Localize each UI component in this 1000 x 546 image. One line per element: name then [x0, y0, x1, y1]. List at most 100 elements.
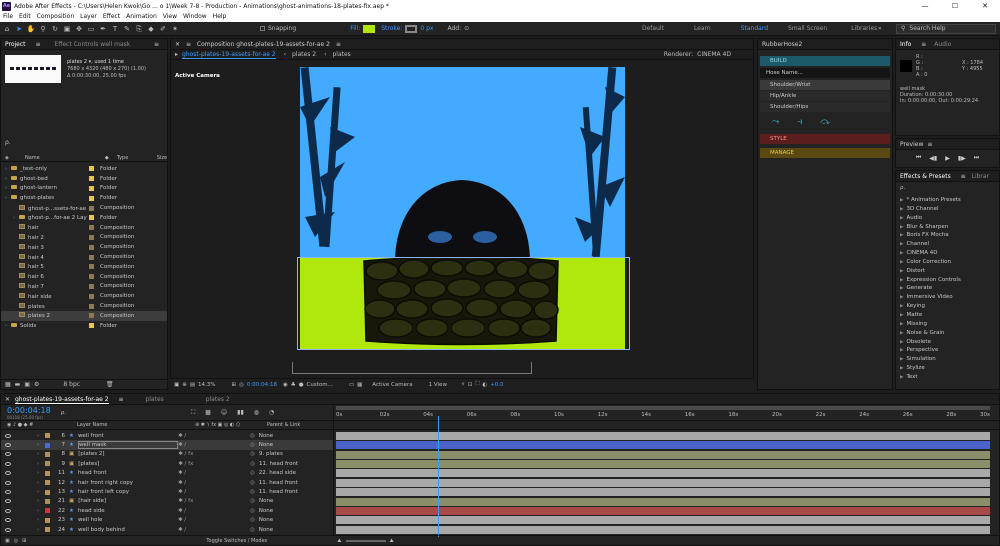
- always-preview-icon[interactable]: ▣: [174, 382, 179, 388]
- menu-edit[interactable]: Edit: [19, 12, 31, 22]
- hose-body-icon[interactable]: ⤼: [820, 117, 830, 127]
- in-out-icon[interactable]: ⊞: [22, 538, 26, 544]
- pick-whip-icon[interactable]: ◎: [250, 451, 255, 457]
- layer-name[interactable]: hair front right copy: [78, 480, 178, 486]
- option-hip-ankle[interactable]: Hip/Ankle: [760, 91, 890, 101]
- effect-category[interactable]: ▶ Immersive Video: [896, 293, 999, 302]
- project-settings-icon[interactable]: ⚙: [34, 381, 39, 388]
- label-color-swatch[interactable]: [89, 185, 94, 191]
- pick-whip-icon[interactable]: ◎: [250, 442, 255, 448]
- lock-icon[interactable]: ▸: [175, 51, 178, 58]
- effect-category[interactable]: ▶ Perspective: [896, 346, 999, 355]
- layer-switches[interactable]: ✱ ∕: [178, 517, 250, 523]
- layer-label-swatch[interactable]: [45, 480, 50, 486]
- effects-search[interactable]: ρ.: [896, 182, 999, 196]
- project-item[interactable]: ghost-p...ssets-for-ae 2 Composition: [1, 203, 167, 213]
- timeline-layer-row[interactable]: › 9 ▣ [plates] ✱ ∕ fx ◎ 11. head front: [1, 459, 333, 468]
- selection-tool-icon[interactable]: ➤: [14, 24, 24, 34]
- comp-tab-plates[interactable]: plates: [332, 51, 350, 58]
- disclosure-arrow-icon[interactable]: ›: [37, 451, 45, 457]
- effect-category[interactable]: ▶ Text: [896, 373, 999, 382]
- zoom-in-icon[interactable]: ⛰: [390, 538, 394, 544]
- timeline-tab-active[interactable]: ghost-plates-19-assets-for-ae 2: [14, 396, 109, 404]
- label-color-swatch[interactable]: [89, 205, 94, 211]
- project-item[interactable]: plates Composition: [1, 301, 167, 311]
- safe-area-icon[interactable]: ⊕: [182, 382, 187, 388]
- project-item[interactable]: hair 3 Composition: [1, 242, 167, 252]
- tab-effects-presets[interactable]: Effects & Presets: [900, 173, 951, 180]
- comp-tab-active[interactable]: ghost-plates-19-assets-for-ae 2: [182, 51, 276, 59]
- project-item[interactable]: › ghost-plates Folder: [1, 193, 167, 203]
- effect-category[interactable]: ▶ Obsolete: [896, 338, 999, 347]
- zoom-out-icon[interactable]: ⛰: [337, 538, 341, 544]
- sort-icon[interactable]: ◈: [5, 155, 25, 161]
- project-item[interactable]: hair 4 Composition: [1, 252, 167, 262]
- project-item[interactable]: › Solids Folder: [1, 321, 167, 331]
- hose-arm-icon[interactable]: ⤳: [772, 117, 779, 127]
- workspace-small-screen[interactable]: Small Screen: [788, 25, 827, 32]
- effect-category[interactable]: ▶ Color Correction: [896, 258, 999, 267]
- disclosure-arrow-icon[interactable]: ▶: [900, 357, 903, 362]
- visibility-eye-icon[interactable]: [5, 499, 11, 504]
- project-item[interactable]: › ghost-bed Folder: [1, 174, 167, 184]
- label-color-swatch[interactable]: [89, 274, 94, 280]
- clone-tool-icon[interactable]: ⎘: [134, 24, 144, 34]
- effect-category[interactable]: ▶ Boris FX Mocha: [896, 231, 999, 240]
- comp-flowchart-icon[interactable]: ⛶: [191, 409, 195, 417]
- project-item[interactable]: plates 2 Composition: [1, 310, 167, 321]
- timeline-layer-row[interactable]: › 23 ★ well hole ✱ ∕ ◎ None: [1, 516, 333, 525]
- layer-search[interactable]: ρ.: [61, 410, 66, 416]
- disclosure-arrow-icon[interactable]: ›: [37, 517, 45, 523]
- first-frame-icon[interactable]: ⏮: [916, 154, 921, 162]
- disclosure-arrow-icon[interactable]: ▶: [900, 313, 903, 318]
- layer-switches[interactable]: ✱ ∕ fx: [178, 461, 250, 467]
- layer-duration-bar[interactable]: [336, 506, 990, 515]
- layer-parent-select[interactable]: None: [259, 442, 303, 448]
- layer-parent-select[interactable]: None: [259, 508, 303, 514]
- layer-parent-select[interactable]: 11. head front: [259, 489, 303, 495]
- panel-menu-icon[interactable]: ≡: [186, 41, 191, 48]
- effect-category[interactable]: ▶ Channel: [896, 240, 999, 249]
- label-color-swatch[interactable]: [89, 166, 94, 172]
- col-layer-name[interactable]: Layer Name: [77, 422, 195, 428]
- pick-whip-icon[interactable]: ◎: [250, 470, 255, 476]
- add-button[interactable]: ⊙: [464, 25, 469, 32]
- hose-name-input[interactable]: Hose Name...: [760, 68, 890, 78]
- zoom-tool-icon[interactable]: ⚲: [38, 24, 48, 34]
- label-color-swatch[interactable]: [89, 283, 94, 289]
- layer-name[interactable]: hair front left copy: [78, 489, 178, 495]
- next-frame-icon[interactable]: ▮▶: [958, 155, 966, 162]
- effect-category[interactable]: ▶ * Animation Presets: [896, 196, 999, 205]
- delete-icon[interactable]: 🗑: [106, 381, 114, 388]
- panel-menu-icon[interactable]: ≡: [35, 41, 40, 48]
- project-item[interactable]: › ghost-lantern Folder: [1, 184, 167, 194]
- panel-menu-icon[interactable]: ≡: [921, 41, 926, 48]
- layer-parent-select[interactable]: 9. plates: [259, 451, 303, 457]
- layer-label-swatch[interactable]: [45, 461, 50, 467]
- effect-category[interactable]: ▶ Stylize: [896, 364, 999, 373]
- panel-menu-icon[interactable]: ≡: [961, 173, 966, 180]
- layer-switches[interactable]: ✱ ∕: [178, 442, 250, 448]
- menu-help[interactable]: Help: [213, 12, 227, 22]
- brush-tool-icon[interactable]: ✎: [122, 24, 132, 34]
- label-color-swatch[interactable]: [89, 254, 94, 260]
- tab-info[interactable]: Info: [900, 41, 911, 48]
- layer-name[interactable]: head side: [78, 508, 178, 514]
- disclosure-arrow-icon[interactable]: ▶: [900, 348, 903, 353]
- layer-parent-select[interactable]: None: [259, 498, 303, 504]
- col-type[interactable]: Type: [117, 155, 157, 161]
- hand-tool-icon[interactable]: ✋: [26, 24, 36, 34]
- visibility-eye-icon[interactable]: [5, 480, 11, 485]
- timeline-tab-plates[interactable]: plates: [145, 396, 163, 403]
- disclosure-arrow-icon[interactable]: ▶: [900, 295, 903, 300]
- comp-timecode[interactable]: 0:00:04:18: [247, 382, 277, 388]
- effect-category[interactable]: ▶ Generate: [896, 284, 999, 293]
- snapping-checkbox[interactable]: [260, 26, 265, 31]
- pan-behind-icon[interactable]: ✥: [74, 24, 84, 34]
- disclosure-arrow-icon[interactable]: ›: [37, 498, 45, 504]
- roi-icon[interactable]: ▭: [349, 382, 354, 388]
- layer-parent-select[interactable]: None: [259, 433, 303, 439]
- style-button[interactable]: STYLE: [760, 134, 890, 144]
- graph-editor-icon[interactable]: ◔: [269, 409, 274, 416]
- disclosure-arrow-icon[interactable]: ›: [37, 527, 45, 533]
